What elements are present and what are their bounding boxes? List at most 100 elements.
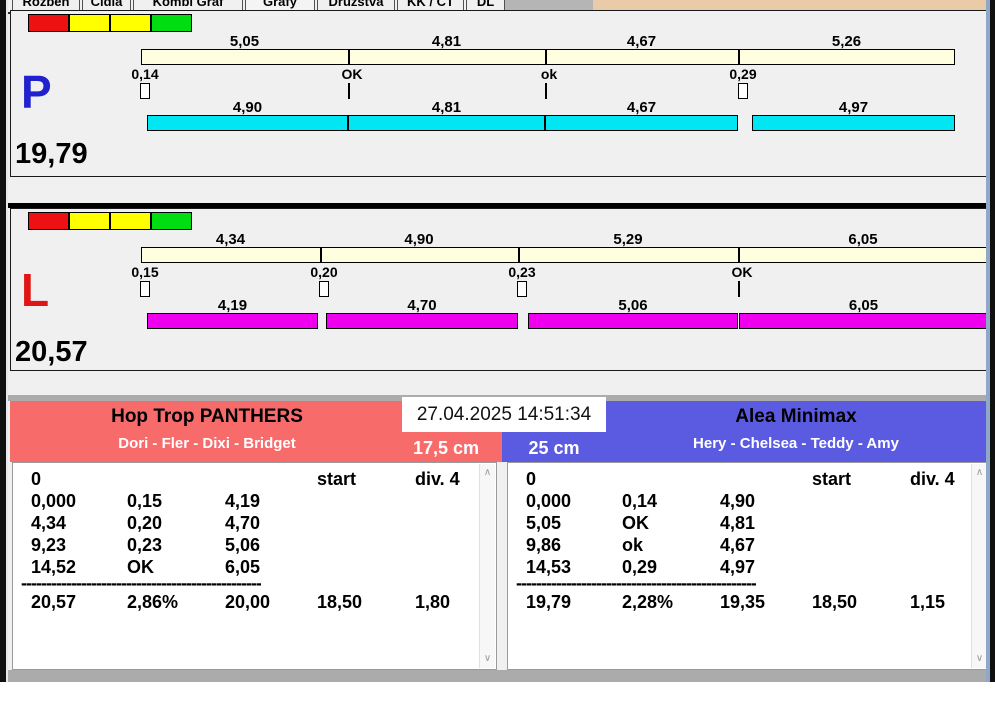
status-light-red	[28, 14, 69, 32]
table-cell: div. 4	[415, 469, 460, 489]
table-row: 0,000 0,14 4,90	[516, 491, 970, 513]
split-time-label: 5,05	[229, 33, 260, 50]
table-cell: 4,19	[225, 491, 261, 511]
split-time-label: 4,34	[215, 231, 246, 248]
timestamp: 27.04.2025 14:51:34	[402, 397, 606, 432]
table-cell: 0,15	[127, 491, 163, 511]
lane-panel-P: P 5,05 4,81 4,67 5,26 0,14 OK ok 0,29 4,90 4,81 4,6…	[10, 10, 989, 177]
split-time-label: 5,26	[831, 33, 862, 50]
split-time-label: 4,67	[626, 33, 657, 50]
table-row: 9,86 ok 4,67	[516, 535, 970, 557]
status-light-green	[151, 14, 192, 32]
results-table-right[interactable]: 0 start div. 4 0,000 0,14 4,90 5,05 OK 4,81 9,86 o…	[507, 462, 989, 670]
dog-time-bar-segment	[528, 313, 738, 329]
lane-total-time: 19,79	[15, 138, 88, 170]
window-left-highlight	[6, 0, 8, 682]
vertical-scrollbar[interactable]: ∧ ∨	[971, 464, 987, 668]
changeover-ok-tick	[545, 83, 547, 99]
changeover-label: 0,29	[729, 66, 757, 82]
table-cell: 6,05	[225, 557, 261, 577]
table-cell: OK	[127, 557, 154, 577]
table-row: 5,05 OK 4,81	[516, 513, 970, 535]
team-name-left: Hop Trop PANTHERS	[111, 406, 303, 427]
table-cell: 4,81	[720, 513, 756, 533]
table-cell: 5,05	[526, 513, 562, 533]
dog-time-bar-segment	[752, 115, 955, 131]
app-window: Rozběh Čidla Kombi Graf Grafy Družstva KK / Č…	[0, 0, 995, 716]
table-cell: 4,34	[31, 513, 67, 533]
scroll-down-icon[interactable]: ∨	[972, 652, 987, 666]
table-cell: 5,06	[225, 535, 261, 555]
table-cell: 4,90	[720, 491, 756, 511]
scroll-down-icon[interactable]: ∨	[480, 652, 495, 666]
dog-time-bar-segment	[326, 313, 518, 329]
changeover-gap-box	[517, 281, 527, 297]
dog-time-bar-segment	[545, 115, 738, 131]
table-cell: 1,15	[910, 592, 946, 612]
table-header-row: 0 start div. 4	[21, 469, 478, 491]
changeover-gap-box	[140, 83, 150, 99]
dog-time-bar-segment	[147, 115, 348, 131]
status-light-yellow-1	[69, 14, 110, 32]
changeover-ok-tick	[738, 281, 740, 297]
table-row: 4,34 0,20 4,70	[21, 513, 478, 535]
lane-panel-L: L 4,34 4,90 5,29 6,05 0,15 0,20 0,23 OK 4,19 4,70 5…	[10, 208, 989, 371]
changeover-label: 0,23	[508, 264, 536, 280]
table-cell: 18,50	[812, 592, 858, 612]
changeover-gap-box	[738, 83, 748, 99]
dog-time-label: 4,81	[431, 99, 462, 116]
table-row: 14,52 OK 6,05	[21, 557, 478, 579]
changeover-label: OK	[341, 66, 363, 82]
scroll-up-icon[interactable]: ∧	[972, 466, 987, 480]
split-bar-divider	[518, 248, 520, 262]
dog-time-label: 4,97	[838, 99, 869, 116]
split-bar-divider	[545, 50, 547, 64]
split-bar-divider	[320, 248, 322, 262]
table-body[interactable]: 0 start div. 4 0,000 0,15 4,19 4,34 0,20 4,70 9,2…	[21, 469, 478, 667]
changeover-label: 0,20	[310, 264, 338, 280]
table-cell: 2,28%	[622, 592, 674, 612]
table-cell: 0,29	[622, 557, 658, 577]
table-cell: 2,86%	[127, 592, 179, 612]
split-bar-divider	[738, 50, 740, 64]
table-cell: 0,14	[622, 491, 658, 511]
table-cell: 0	[526, 469, 537, 489]
split-time-label: 6,05	[848, 231, 878, 248]
changeover-label: 0,15	[131, 264, 159, 280]
lane-total-time: 20,57	[15, 336, 88, 368]
table-cell: 18,50	[317, 592, 363, 612]
dog-time-bar-segment	[348, 115, 545, 131]
changeover-label: OK	[731, 264, 753, 280]
table-row: 14,53 0,29 4,97	[516, 557, 970, 579]
status-light-yellow-1	[69, 212, 110, 230]
table-cell: 20,00	[225, 592, 271, 612]
table-cell: OK	[622, 513, 649, 533]
dog-time-bar-segment	[739, 313, 988, 329]
status-light-yellow-2	[110, 14, 151, 32]
table-cell: 0,20	[127, 513, 163, 533]
vertical-scrollbar[interactable]: ∧ ∨	[479, 464, 495, 668]
split-time-label: 5,29	[613, 231, 643, 248]
dog-time-bar-segment	[147, 313, 318, 329]
jump-height-right: 25 cm	[528, 438, 580, 458]
table-cell: start	[317, 469, 357, 489]
changeover-gap-box	[140, 281, 150, 297]
scroll-up-icon[interactable]: ∧	[480, 466, 495, 480]
results-table-left[interactable]: 0 start div. 4 0,000 0,15 4,19 4,34 0,20 4,70 9,2…	[12, 462, 497, 670]
table-cell: 0,23	[127, 535, 163, 555]
status-light-red	[28, 212, 69, 230]
dog-time-label: 4,67	[626, 99, 657, 116]
table-cell: 4,67	[720, 535, 756, 555]
changeover-ok-tick	[348, 83, 350, 99]
dog-time-label: 5,06	[618, 297, 648, 314]
table-body[interactable]: 0 start div. 4 0,000 0,14 4,90 5,05 OK 4,81 9,86 o…	[516, 469, 970, 667]
table-cell: 9,86	[526, 535, 562, 555]
table-cell: 20,57	[31, 592, 77, 612]
status-bar	[6, 670, 990, 682]
table-row: 9,23 0,23 5,06	[21, 535, 478, 557]
table-cell: 14,52	[31, 557, 77, 577]
changeover-label: ok	[540, 66, 558, 82]
team-dogs-right: Hery - Chelsea - Teddy - Amy	[693, 435, 899, 452]
split-bar-divider	[348, 50, 350, 64]
status-light-yellow-2	[110, 212, 151, 230]
